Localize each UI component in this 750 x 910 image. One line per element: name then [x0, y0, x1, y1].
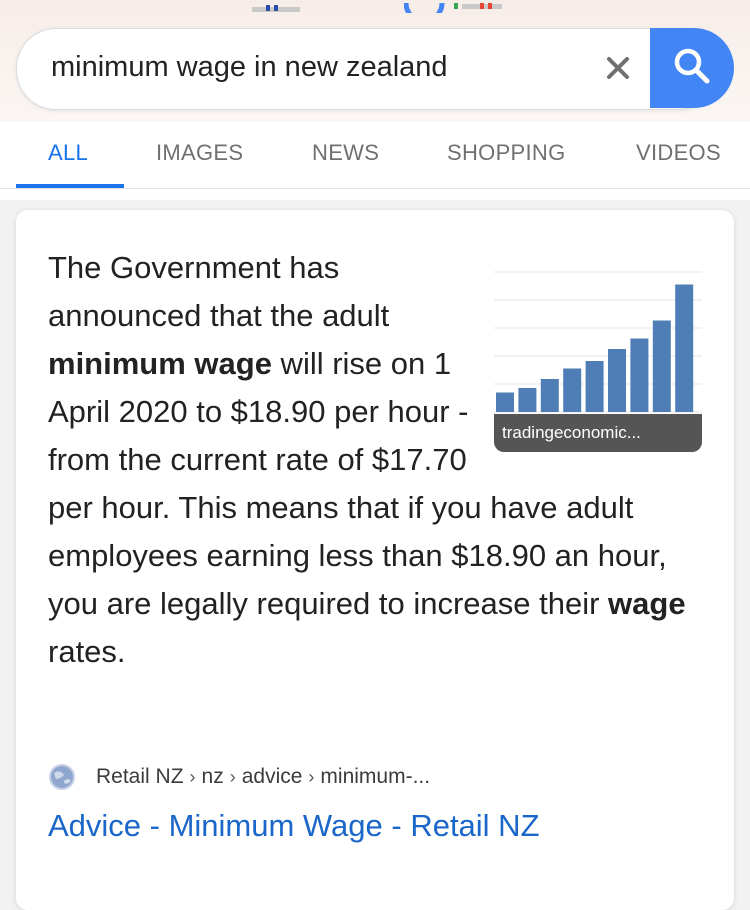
- thumbnail-bar: [518, 388, 537, 412]
- active-tab-indicator: [16, 184, 124, 188]
- thumbnail-bar: [608, 349, 626, 412]
- result-title-link[interactable]: Advice - Minimum Wage - Retail NZ: [48, 808, 540, 844]
- thumbnail-bar: [540, 379, 559, 412]
- breadcrumb-part: minimum-...: [320, 765, 431, 788]
- breadcrumb-part: advice: [241, 765, 303, 788]
- search-bar[interactable]: minimum wage in new zealand: [16, 28, 718, 110]
- close-icon: [605, 55, 631, 86]
- source-site: Retail NZ: [96, 765, 184, 788]
- tab-images[interactable]: IMAGES: [156, 140, 243, 166]
- logo-fragment: [403, 0, 504, 24]
- thumbnail-bar: [563, 368, 582, 412]
- thumbnail-bar: [496, 392, 514, 412]
- search-tabs: ALL IMAGES NEWS SHOPPING VIDEOS: [0, 122, 750, 189]
- thumbnail-bar: [652, 320, 671, 412]
- search-button[interactable]: [650, 28, 734, 108]
- tab-shopping[interactable]: SHOPPING: [447, 140, 566, 166]
- clear-search-button[interactable]: [599, 51, 637, 89]
- globe-icon: [48, 763, 76, 791]
- result-source[interactable]: Retail NZ › nz › advice › minimum-...: [48, 760, 430, 794]
- logo-fragment: [252, 0, 300, 12]
- tab-all[interactable]: ALL: [48, 140, 88, 166]
- tab-videos[interactable]: VIDEOS: [636, 140, 721, 166]
- tab-news[interactable]: NEWS: [312, 140, 379, 166]
- search-icon: [672, 46, 712, 91]
- snippet-thumbnail[interactable]: tradingeconomic...: [494, 256, 702, 452]
- breadcrumb-separator-icon: ›: [229, 766, 236, 787]
- breadcrumb-separator-icon: ›: [308, 766, 315, 787]
- thumbnail-bar: [675, 284, 694, 412]
- breadcrumb-part: nz: [201, 765, 224, 788]
- snippet-highlight: minimum wage: [48, 346, 272, 381]
- thumbnail-bar: [630, 338, 649, 412]
- breadcrumb-separator-icon: ›: [189, 766, 196, 787]
- snippet-highlight: wage: [608, 586, 686, 621]
- featured-snippet-card: The Government has announced that the ad…: [16, 210, 734, 910]
- search-input[interactable]: minimum wage in new zealand: [51, 51, 448, 84]
- thumbnail-bar: [585, 361, 604, 412]
- snippet-text: The Government has announced that the ad…: [48, 250, 390, 333]
- snippet-text: rates.: [48, 634, 126, 669]
- thumbnail-caption: tradingeconomic...: [494, 414, 702, 452]
